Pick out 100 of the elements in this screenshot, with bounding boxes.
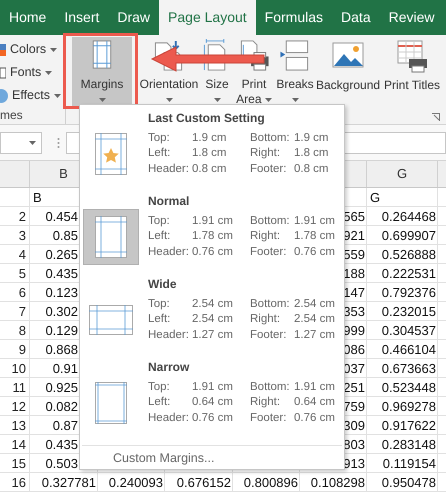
margin-label: Top: [148,214,171,229]
margin-label: Footer: [250,410,288,426]
ribbon-tab[interactable]: Review [380,0,444,35]
row-number: 14 [12,436,26,452]
table-cell: 0.264468 [382,208,436,224]
ribbon-button[interactable]: Margins [72,37,132,107]
table-cell: 0.925 [45,380,78,394]
row-number: 7 [18,304,26,318]
row-number: 13 [12,418,26,432]
margin-label: Top: [148,380,171,395]
margin-label: Right: [250,312,282,328]
margin-label: Header: [148,244,190,260]
margin-value: 1.91 cm [294,214,335,229]
ribbon-tab[interactable]: Home [0,0,56,35]
table-cell: 0.304537 [382,322,436,338]
margin-label: Header: [148,410,190,426]
row-number: 6 [18,284,26,300]
theme-menu-button[interactable]: Effects [0,86,65,105]
table-cell: 0.87 [52,418,78,432]
row-number: 16 [12,474,26,490]
table-cell: 0.950478 [382,474,436,490]
row-number: 5 [18,266,26,280]
table-cell: 0.91 [52,360,78,376]
table-cell: 0.503 [45,456,78,470]
margin-value: 0.76 cm [192,410,234,426]
table-cell: 0.435 [45,266,78,280]
margin-value: 0.76 cm [192,244,234,260]
margin-value: 2.54 cm [294,312,335,328]
margin-value: 2.54 cm [192,312,234,328]
margin-value: 0.76 cm [294,244,335,260]
margin-value: 1.91 cm [192,214,234,229]
theme-menu-button[interactable]: Fonts [0,63,65,82]
row-number: 4 [18,246,26,262]
custom-margins-item[interactable]: Custom Margins... [113,450,214,466]
row-number: 10 [12,360,26,376]
ribbon-button[interactable]: Background [316,37,380,107]
table-cell: 0.673663 [382,360,436,376]
margin-label: Left: [148,312,172,328]
margin-value: 0.8 cm [294,162,329,177]
column-header[interactable]: B [59,164,68,184]
theme-menu-button[interactable]: Colors [0,40,65,59]
margin-value: 1.78 cm [192,229,234,244]
ribbon-tab[interactable]: Formulas [256,0,332,35]
margin-value: 1.8 cm [294,146,329,162]
row-number: 9 [18,342,26,356]
table-cell: 0.327781 [42,474,96,490]
table-cell: 0.222531 [382,266,436,280]
margin-label: Footer: [250,328,288,343]
group-label: mes [0,108,24,122]
table-cell: 0.523448 [382,380,436,394]
row-number: 15 [12,456,26,470]
margin-label: Footer: [250,244,288,260]
table-cell: 0.466104 [382,342,436,356]
margin-value: 2.54 cm [294,296,335,312]
table-cell: 0.123 [45,284,78,300]
table-cell: 0.232015 [382,304,436,318]
margin-option[interactable]: Wide Top: 2.54 cm Bottom: 2.54 cm Left: 2.54 cm Right: 2.54 cm Header: 1.27 cm Footer: 1.27 cm [80,275,344,358]
ribbon-button[interactable]: Breaks [274,37,316,107]
ribbon-tab[interactable]: Draw [108,0,160,35]
margin-option[interactable]: Last Custom Setting Top: 1.9 cm Bottom: 1.9 cm Left: 1.8 cm Right: 1.8 cm Header: 0.8 cm Footer: 0.8 cm [80,109,344,192]
margin-label: Left: [148,395,172,410]
table-cell: 0.792376 [382,284,436,300]
table-cell: 0.868 [45,342,78,356]
row-number: 12 [12,398,26,414]
margin-option[interactable]: Normal Top: 1.91 cm Bottom: 1.91 cm Left: 1.78 cm Right: 1.78 cm Header: 0.76 cm Footer: 0.76 cm [80,192,344,275]
margin-value: 0.64 cm [294,395,335,410]
ribbon-button[interactable]: Print Titles [380,37,444,107]
table-cell: B [33,190,42,204]
table-cell: 0.800896 [244,474,298,490]
margin-value: 1.9 cm [294,130,329,146]
margin-label: Header: [148,162,190,177]
margin-value: 1.8 cm [192,146,228,162]
margin-label: Right: [250,395,282,410]
table-cell: 0.108298 [310,474,365,490]
margin-label: Left: [148,229,172,244]
margin-label: Header: [148,328,190,343]
table-cell: 0.435 [45,436,78,452]
table-cell: 0.240093 [108,474,163,490]
margin-label: Footer: [250,162,288,177]
ribbon-tab[interactable]: Data [332,0,380,35]
margin-value: 0.8 cm [192,162,228,177]
table-cell: 0.917622 [382,418,436,432]
margin-value: 1.9 cm [192,130,228,146]
table-cell: 0.454 [45,208,78,224]
table-cell: 0.302 [45,304,78,318]
table-cell: 0.082 [45,398,78,414]
margin-value: 0.64 cm [192,395,234,410]
ribbon-tab[interactable]: Page Layout [159,0,256,35]
table-cell: 0.265 [45,246,78,262]
table-cell: 0.129 [45,322,78,338]
table-cell: 188 [343,266,365,280]
table-cell: 0.85 [52,228,78,242]
table-cell: 0.969278 [382,398,436,414]
column-header[interactable]: G [396,164,408,184]
margin-value: 0.76 cm [294,410,335,426]
margin-label: Left: [148,146,172,162]
table-cell: 147 [343,284,365,300]
table-cell: 0.526888 [382,246,436,262]
ribbon-tab[interactable]: Insert [55,0,108,35]
margin-option[interactable]: Narrow Top: 1.91 cm Bottom: 1.91 cm Left: 0.64 cm Right: 0.64 cm Header: 0.76 cm Footer: 0.76 cm [80,358,344,441]
